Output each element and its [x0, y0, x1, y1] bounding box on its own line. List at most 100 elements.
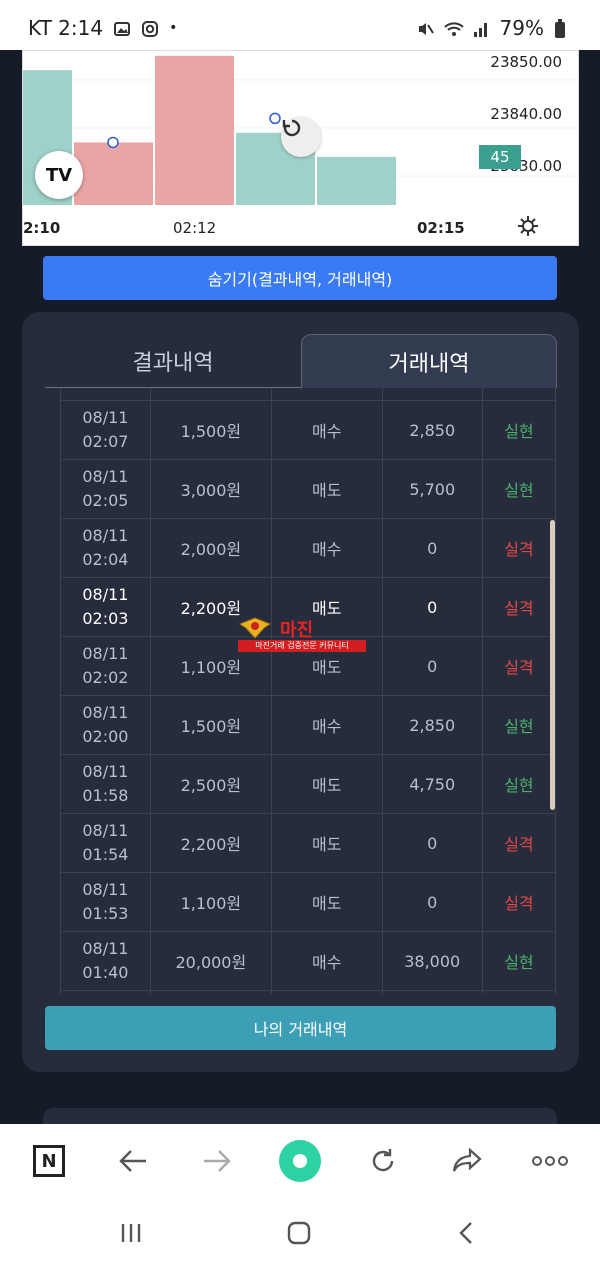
trade-date: 08/11 [82, 585, 129, 604]
trade-side: 매수 [270, 400, 383, 460]
chart-marker [269, 112, 281, 125]
trade-result: 실격 [481, 813, 556, 873]
trade-date: 08/11 [82, 880, 129, 899]
trade-return: 2,850 [381, 695, 483, 755]
current-price-badge: 45 [479, 145, 521, 169]
tab-result-history[interactable]: 결과내역 [45, 334, 301, 388]
home-dot-icon[interactable] [278, 1139, 322, 1183]
trade-result: 실격 [481, 872, 556, 932]
carrier-time: KT 2:14 [28, 16, 104, 40]
trade-datetime: 08/11 02:04 [60, 518, 151, 578]
chart-marker [107, 136, 119, 149]
trade-row: 08/11 01:54 2,200원 매도 0 실격 [60, 813, 556, 873]
trade-side: 매도 [270, 754, 383, 814]
trade-date: 08/11 [82, 467, 129, 486]
trade-time: 01:54 [82, 845, 129, 864]
chart-reset-button[interactable] [281, 117, 321, 157]
mute-icon [416, 19, 434, 37]
trade-side: 매수 [270, 931, 383, 991]
trade-datetime: 08/11 02:07 [60, 400, 151, 460]
trade-time: 02:00 [82, 727, 129, 746]
watermark-title: 마진 [280, 620, 314, 641]
share-icon[interactable] [448, 1142, 486, 1180]
trade-result: 실현 [481, 400, 556, 460]
chart-bar [317, 156, 396, 205]
scrollbar[interactable] [550, 520, 555, 810]
trade-result: 실격 [481, 518, 556, 578]
trade-amount: 2,200원 [149, 813, 272, 873]
trade-date: 08/11 [82, 821, 129, 840]
eagle-emblem-icon [238, 617, 272, 639]
recent-apps-icon[interactable] [114, 1216, 148, 1250]
trade-result: 실현 [481, 459, 556, 519]
trade-row-partial [60, 990, 556, 994]
trade-row: 08/11 01:40 20,000원 매수 38,000 실현 [60, 931, 556, 991]
trade-amount: 3,000원 [149, 459, 272, 519]
trade-time: 01:40 [82, 963, 129, 982]
naver-n-icon[interactable]: N [30, 1142, 68, 1180]
trade-return: 0 [381, 813, 483, 873]
dot-icon: • [169, 20, 178, 36]
trade-side: 매수 [270, 695, 383, 755]
back-arrow-icon[interactable] [114, 1142, 152, 1180]
trade-result: 실현 [481, 931, 556, 991]
naver-n-label: N [33, 1145, 65, 1177]
trade-datetime: 08/11 01:40 [60, 931, 151, 991]
wifi-icon [443, 19, 464, 37]
notification-icon [113, 19, 131, 37]
trade-return: 0 [381, 518, 483, 578]
trade-side: 매도 [270, 459, 383, 519]
trade-amount: 1,500원 [149, 695, 272, 755]
refresh-icon [282, 119, 301, 137]
trade-result: 실격 [481, 577, 556, 637]
watermark-subtitle: 마진거래 검증전문 커뮤니티 [238, 640, 366, 652]
price-chart[interactable]: 23850.00 23840.00 23830.00 45 TV 2:10 02… [22, 50, 579, 246]
trade-amount: 2,500원 [149, 754, 272, 814]
trade-amount: 2,000원 [149, 518, 272, 578]
more-icon[interactable] [530, 1142, 570, 1180]
back-icon[interactable] [450, 1216, 484, 1250]
home-icon[interactable] [282, 1216, 316, 1250]
trade-date: 08/11 [82, 408, 129, 427]
browser-toolbar: N [0, 1124, 600, 1198]
my-trades-button[interactable]: 나의 거래내역 [45, 1006, 556, 1050]
trade-datetime: 08/11 02:03 [60, 577, 151, 637]
status-bar: KT 2:14 • 79% [0, 0, 600, 50]
trade-table-scroll[interactable]: 08/11 02:07 1,500원 매수 2,850 실현 08/11 02:05 3,000… [60, 388, 556, 994]
refresh-icon[interactable] [364, 1142, 402, 1180]
trade-return: 0 [381, 636, 483, 696]
trade-return: 38,000 [381, 931, 483, 991]
chart-bar [74, 142, 153, 205]
trade-return: 4,750 [381, 754, 483, 814]
trade-row: 08/11 01:58 2,500원 매도 4,750 실현 [60, 754, 556, 814]
trade-side: 매수 [270, 518, 383, 578]
trade-side: 매도 [270, 813, 383, 873]
tradingview-logo: TV [35, 151, 83, 199]
chart-bar [155, 55, 234, 205]
battery-icon [554, 19, 572, 38]
trade-time: 02:07 [82, 432, 129, 451]
forward-arrow-icon[interactable] [198, 1142, 236, 1180]
trade-date: 08/11 [82, 644, 129, 663]
trade-date: 08/11 [82, 762, 129, 781]
trade-time: 02:03 [82, 609, 129, 628]
watermark: 마진 마진거래 검증전문 커뮤니티 [238, 616, 366, 652]
trade-return: 5,700 [381, 459, 483, 519]
trade-datetime: 08/11 02:02 [60, 636, 151, 696]
trade-table: 08/11 02:07 1,500원 매수 2,850 실현 08/11 02:05 3,000… [60, 388, 556, 994]
trade-date: 08/11 [82, 526, 129, 545]
trade-datetime: 08/11 01:58 [60, 754, 151, 814]
trade-result: 실현 [481, 754, 556, 814]
trade-row-partial [60, 388, 556, 401]
trade-datetime: 08/11 02:05 [60, 459, 151, 519]
x-tick-label: 02:12 [173, 219, 217, 237]
y-tick-label: 23850.00 [490, 53, 562, 71]
trade-return: 2,850 [381, 400, 483, 460]
trade-side: 매도 [270, 872, 383, 932]
trade-row: 08/11 02:05 3,000원 매도 5,700 실현 [60, 459, 556, 519]
trade-date: 08/11 [82, 703, 129, 722]
tab-trade-history[interactable]: 거래내역 [301, 334, 557, 388]
instagram-icon [141, 19, 159, 37]
system-nav-bar [0, 1198, 600, 1267]
hide-history-button[interactable]: 숨기기(결과내역, 거래내역) [43, 256, 557, 300]
